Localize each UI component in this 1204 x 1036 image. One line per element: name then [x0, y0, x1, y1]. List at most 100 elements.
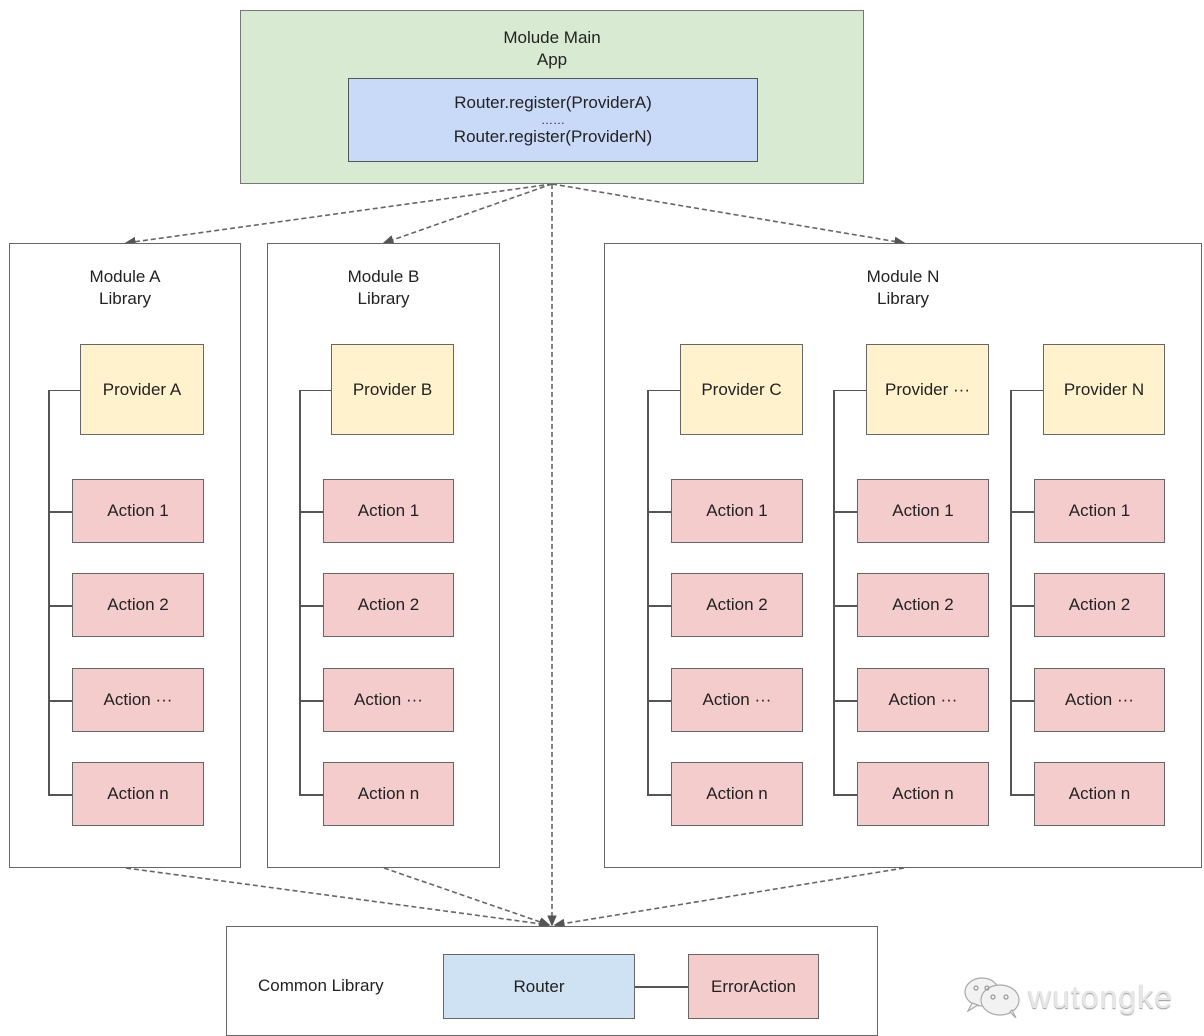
action-box: Action ···: [857, 668, 989, 732]
module-n-provider-2-trunk-line: [1010, 389, 1012, 794]
action-label: Action 2: [107, 595, 169, 614]
action-branch-line: [299, 794, 323, 796]
action-box: Action 2: [323, 573, 454, 637]
provider-box: Provider A: [80, 344, 204, 435]
action-box: Action 1: [323, 479, 454, 543]
watermark: wutongke: [962, 975, 1173, 1019]
router-error-connector: [635, 986, 688, 988]
action-box: Action 2: [671, 573, 803, 637]
provider-label: Provider A: [102, 379, 182, 399]
action-branch-line: [48, 794, 72, 796]
action-box: Action 1: [857, 479, 989, 543]
error-action-label: ErrorAction: [710, 976, 797, 996]
module-a-provider-0-branch-line: [48, 389, 80, 391]
common-library-title: Common Library: [258, 976, 384, 995]
provider-label: Provider ···: [884, 379, 970, 399]
action-box: Action n: [1034, 762, 1165, 826]
error-action-box: ErrorAction: [688, 954, 819, 1019]
action-branch-line: [1010, 700, 1034, 702]
module-n-provider-0-trunk-line: [647, 389, 649, 794]
action-branch-line: [647, 511, 671, 513]
main-app-subtitle: App: [536, 50, 568, 69]
main-app-title: Molude Main: [503, 28, 601, 47]
module-n-provider-2-branch-line: [1010, 389, 1043, 391]
action-label: Action ···: [1065, 690, 1134, 709]
action-label: Action 1: [892, 501, 954, 520]
arrow-main-to-module-b: [382, 183, 553, 245]
action-branch-line: [647, 605, 671, 607]
provider-label: Provider B: [352, 379, 433, 399]
action-branch-line: [48, 605, 72, 607]
module-n-subtitle: Library: [877, 289, 929, 308]
action-box: Action ···: [671, 668, 803, 732]
action-label: Action 1: [706, 501, 768, 520]
module-b-title: Module B: [347, 267, 420, 286]
action-branch-line: [833, 700, 857, 702]
module-n-provider-1-trunk-line: [833, 389, 835, 794]
action-branch-line: [833, 794, 857, 796]
register-provider-a: Router.register(ProviderA): [454, 93, 652, 112]
action-branch-line: [1010, 511, 1034, 513]
action-box: Action n: [323, 762, 454, 826]
arrow-main-to-module-a: [124, 183, 553, 247]
action-label: Action 1: [357, 501, 420, 520]
action-branch-line: [833, 511, 857, 513]
module-a-title: Module A: [89, 267, 161, 286]
action-box: Action 1: [72, 479, 204, 543]
action-label: Action ···: [354, 690, 423, 709]
action-box: Action n: [72, 762, 204, 826]
action-label: Action 2: [706, 595, 768, 614]
action-box: Action 2: [1034, 573, 1165, 637]
register-ellipsis: ……: [541, 113, 565, 127]
arrow-module-n-to-common: [553, 867, 905, 929]
router-register-box: Router.register(ProviderA) …… Router.reg…: [348, 78, 758, 162]
module-a-provider-0-trunk-line: [48, 389, 50, 794]
action-box: Action ···: [323, 668, 454, 732]
module-b-provider-0-trunk-line: [299, 389, 301, 794]
action-branch-line: [1010, 794, 1034, 796]
action-branch-line: [1010, 605, 1034, 607]
module-n-provider-0-branch-line: [647, 389, 680, 391]
provider-box: Provider ···: [866, 344, 989, 435]
wechat-icon: [964, 977, 1020, 1019]
action-label: Action n: [107, 784, 169, 803]
module-n-provider-1-branch-line: [833, 389, 866, 391]
action-label: Action ···: [888, 690, 958, 709]
action-label: Action 1: [1068, 501, 1131, 520]
action-label: Action 1: [107, 501, 169, 520]
action-box: Action 1: [1034, 479, 1165, 543]
action-label: Action 2: [1068, 595, 1131, 614]
arrow-module-a-to-common: [125, 867, 551, 929]
router-label: Router: [513, 976, 565, 996]
action-branch-line: [48, 511, 72, 513]
module-n-title: Module N: [866, 267, 940, 286]
action-box: Action 2: [72, 573, 204, 637]
action-label: Action n: [357, 784, 420, 803]
router-box: Router: [443, 954, 635, 1019]
module-b-subtitle: Library: [357, 289, 410, 308]
module-b-provider-0-branch-line: [299, 389, 331, 391]
action-branch-line: [299, 700, 323, 702]
action-box: Action 1: [671, 479, 803, 543]
action-label: Action ···: [702, 690, 772, 709]
arrow-module-b-to-common: [383, 867, 551, 927]
register-provider-n: Router.register(ProviderN): [453, 127, 653, 146]
action-box: Action ···: [1034, 668, 1165, 732]
action-label: Action 2: [357, 595, 420, 614]
provider-box: Provider C: [680, 344, 803, 435]
action-branch-line: [833, 605, 857, 607]
action-box: Action n: [671, 762, 803, 826]
action-label: Action n: [706, 784, 768, 803]
action-label: Action n: [1068, 784, 1131, 803]
watermark-text: wutongke: [1028, 978, 1173, 1015]
action-branch-line: [299, 605, 323, 607]
action-box: Action ···: [72, 668, 204, 732]
provider-label: Provider N: [1063, 379, 1145, 399]
provider-box: Provider B: [331, 344, 454, 435]
arrow-main-to-module-n: [551, 183, 906, 247]
action-label: Action n: [892, 784, 954, 803]
module-a-subtitle: Library: [99, 289, 151, 308]
action-branch-line: [647, 794, 671, 796]
provider-box: Provider N: [1043, 344, 1165, 435]
action-branch-line: [647, 700, 671, 702]
